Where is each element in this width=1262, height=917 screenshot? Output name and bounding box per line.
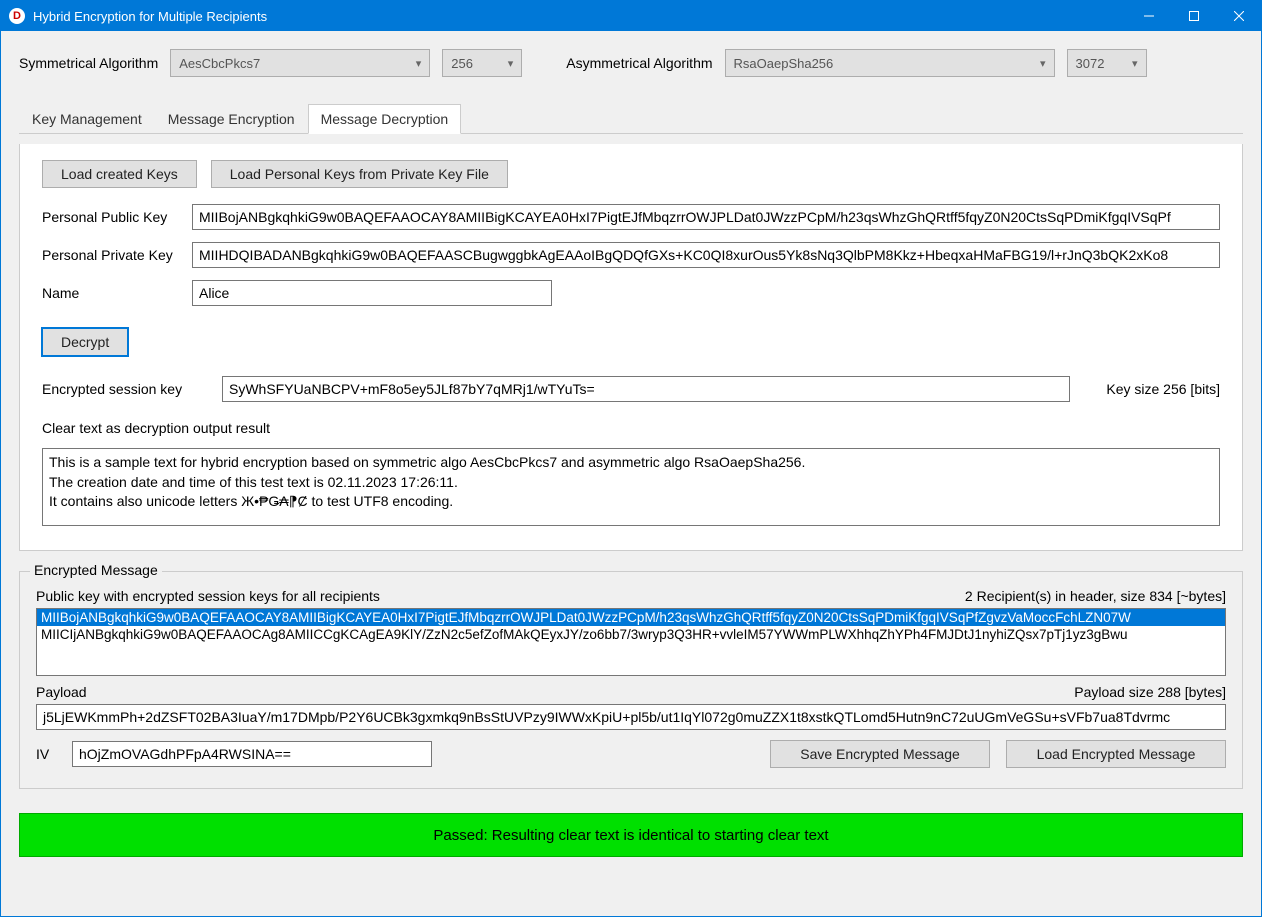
encrypted-session-key-input[interactable]: SyWhSFYUaNBCPV+mF8o5ey5JLf87bY7qMRj1/wTY… bbox=[222, 376, 1070, 402]
sym-bits-combo[interactable]: 256 bbox=[442, 49, 522, 77]
key-size-label: Key size 256 [bits] bbox=[1080, 381, 1220, 397]
app-window: D Hybrid Encryption for Multiple Recipie… bbox=[0, 0, 1262, 917]
recipient-list-item[interactable]: MIICIjANBgkqhkiG9w0BAQEFAAOCAg8AMIICCgKC… bbox=[37, 626, 1225, 643]
titlebar: D Hybrid Encryption for Multiple Recipie… bbox=[1, 1, 1261, 31]
save-encrypted-message-button[interactable]: Save Encrypted Message bbox=[770, 740, 990, 768]
status-bar: Passed: Resulting clear text is identica… bbox=[19, 813, 1243, 857]
tab-key-management[interactable]: Key Management bbox=[19, 104, 155, 134]
sym-algo-combo[interactable]: AesCbcPkcs7 bbox=[170, 49, 430, 77]
clear-text-line: It contains also unicode letters Ж•₱Ǥ₳⁋Ȼ… bbox=[49, 492, 1213, 512]
minimize-button[interactable] bbox=[1126, 1, 1171, 31]
recipients-listbox[interactable]: MIIBojANBgkqhkiG9w0BAQEFAAOCAY8AMIIBigKC… bbox=[36, 608, 1226, 676]
encrypted-message-group: Encrypted Message Public key with encryp… bbox=[19, 571, 1243, 789]
asym-bits-combo[interactable]: 3072 bbox=[1067, 49, 1147, 77]
close-button[interactable] bbox=[1216, 1, 1261, 31]
name-input[interactable]: Alice bbox=[192, 280, 552, 306]
clear-text-label: Clear text as decryption output result bbox=[42, 420, 1220, 436]
recipients-count-label: 2 Recipient(s) in header, size 834 [~byt… bbox=[965, 588, 1226, 604]
private-key-input[interactable]: MIIHDQIBADANBgkqhkiG9w0BAQEFAASCBugwggbk… bbox=[192, 242, 1220, 268]
recipient-list-item[interactable]: MIIBojANBgkqhkiG9w0BAQEFAAOCAY8AMIIBigKC… bbox=[37, 609, 1225, 626]
encrypted-message-legend: Encrypted Message bbox=[30, 562, 162, 578]
payload-input[interactable]: j5LjEWKmmPh+2dZSFT02BA3IuaY/m17DMpb/P2Y6… bbox=[36, 704, 1226, 730]
public-key-input[interactable]: MIIBojANBgkqhkiG9w0BAQEFAAOCAY8AMIIBigKC… bbox=[192, 204, 1220, 230]
tab-strip: Key Management Message Encryption Messag… bbox=[19, 103, 1243, 134]
pubkeys-label: Public key with encrypted session keys f… bbox=[36, 588, 380, 604]
payload-size-label: Payload size 288 [bytes] bbox=[1074, 684, 1226, 700]
close-icon bbox=[1234, 11, 1244, 21]
load-created-keys-button[interactable]: Load created Keys bbox=[42, 160, 197, 188]
decrypt-button[interactable]: Decrypt bbox=[42, 328, 128, 356]
load-personal-keys-button[interactable]: Load Personal Keys from Private Key File bbox=[211, 160, 508, 188]
window-title: Hybrid Encryption for Multiple Recipient… bbox=[33, 9, 267, 24]
minimize-icon bbox=[1144, 11, 1154, 21]
clear-text-line: The creation date and time of this test … bbox=[49, 473, 1213, 493]
load-encrypted-message-button[interactable]: Load Encrypted Message bbox=[1006, 740, 1226, 768]
tab-message-decryption[interactable]: Message Decryption bbox=[308, 104, 462, 134]
maximize-icon bbox=[1189, 11, 1199, 21]
asym-algo-combo[interactable]: RsaOaepSha256 bbox=[725, 49, 1055, 77]
maximize-button[interactable] bbox=[1171, 1, 1216, 31]
iv-input[interactable]: hOjZmOVAGdhPFpA4RWSINA== bbox=[72, 741, 432, 767]
encrypted-session-key-label: Encrypted session key bbox=[42, 381, 212, 397]
clear-text-output[interactable]: This is a sample text for hybrid encrypt… bbox=[42, 448, 1220, 526]
clear-text-line: This is a sample text for hybrid encrypt… bbox=[49, 453, 1213, 473]
iv-label: IV bbox=[36, 746, 56, 762]
sym-algo-label: Symmetrical Algorithm bbox=[19, 55, 158, 71]
name-label: Name bbox=[42, 285, 182, 301]
decryption-panel: Load created Keys Load Personal Keys fro… bbox=[19, 144, 1243, 551]
tab-message-encryption[interactable]: Message Encryption bbox=[155, 104, 308, 134]
private-key-label: Personal Private Key bbox=[42, 247, 182, 263]
asym-algo-label: Asymmetrical Algorithm bbox=[566, 55, 712, 71]
payload-label: Payload bbox=[36, 684, 87, 700]
public-key-label: Personal Public Key bbox=[42, 209, 182, 225]
algorithm-row: Symmetrical Algorithm AesCbcPkcs7 256 As… bbox=[19, 49, 1243, 87]
app-icon: D bbox=[9, 8, 25, 24]
